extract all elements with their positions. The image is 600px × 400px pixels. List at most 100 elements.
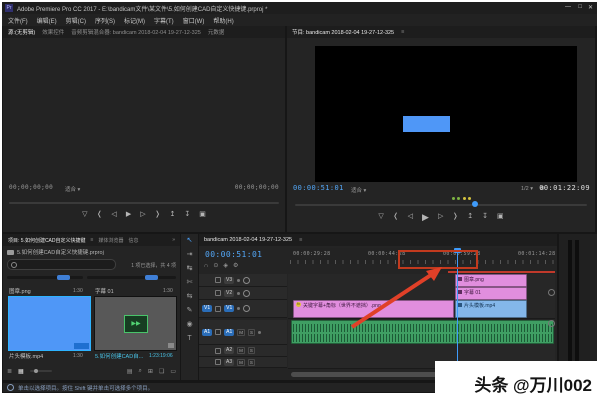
solo-button[interactable]: S	[247, 358, 255, 366]
mark-in-icon[interactable]: ❬	[393, 212, 399, 223]
menu-edit[interactable]: 编辑(E)	[37, 16, 57, 25]
type-tool[interactable]: T	[181, 332, 198, 346]
export-frame-icon[interactable]: ▣	[199, 210, 206, 218]
find-icon[interactable]: ⌕	[139, 368, 142, 375]
add-marker-icon[interactable]: ▽	[378, 212, 383, 223]
track-badge-v3[interactable]: V3	[224, 276, 235, 284]
clip-audio-waveform[interactable]	[291, 320, 554, 344]
source-patch-video[interactable]: V1	[202, 305, 213, 312]
menu-window[interactable]: 窗口(W)	[183, 16, 205, 25]
program-zoom-select[interactable]: 适合 ▾	[351, 186, 366, 194]
track-header-a1[interactable]: A1 A1 M S	[199, 320, 287, 345]
item-name[interactable]: 片头模板.mp4	[9, 352, 43, 360]
lock-icon[interactable]	[215, 290, 221, 296]
playback-resolution-select[interactable]: 1/2 ▾	[521, 186, 533, 192]
track-header-a3[interactable]: A3 M S	[199, 357, 287, 368]
program-video-viewer[interactable]	[315, 46, 577, 182]
step-forward-icon[interactable]: ▷	[438, 212, 443, 223]
step-back-icon[interactable]: ◁	[408, 212, 413, 223]
slider-handle[interactable]	[57, 275, 70, 280]
extract-icon[interactable]: ↧	[482, 212, 488, 223]
thumbnail-size-slider[interactable]	[7, 275, 83, 280]
item-thumbnail[interactable]: ▶▶	[94, 296, 177, 351]
item-name-selected[interactable]: 5.如何创建CAD自...	[95, 352, 143, 360]
ripple-edit-tool[interactable]: ↹	[181, 262, 198, 276]
eye-icon[interactable]	[243, 305, 251, 312]
source-zoom-select[interactable]: 适合 ▾	[65, 185, 80, 193]
panel-menu-icon[interactable]: ≡	[299, 237, 302, 243]
clip-stamp-png[interactable]: 图章.png	[455, 274, 527, 287]
track-header-a2[interactable]: A2 M S	[199, 345, 287, 357]
delete-icon[interactable]: ▭	[170, 368, 176, 375]
solo-button[interactable]: S	[248, 328, 256, 336]
menu-sequence[interactable]: 序列(S)	[95, 16, 115, 25]
menu-marker[interactable]: 标记(M)	[124, 16, 145, 25]
mute-button[interactable]: M	[237, 328, 245, 336]
item-thumbnail-selected[interactable]	[8, 296, 91, 351]
tab-overflow-icon[interactable]: »	[172, 237, 175, 243]
sync-lock-icon[interactable]	[237, 278, 241, 282]
minimize-button[interactable]: —	[565, 4, 571, 10]
tab-source[interactable]: 源:(无剪辑)	[8, 28, 35, 36]
scrollbar-handle[interactable]	[145, 275, 158, 280]
tab-info[interactable]: 信息	[128, 237, 138, 244]
track-badge-a2[interactable]: A2	[224, 347, 235, 354]
lock-icon[interactable]	[215, 347, 221, 354]
hand-tool[interactable]: ◉	[181, 318, 198, 332]
project-hscrollbar[interactable]	[87, 275, 176, 280]
overwrite-icon[interactable]: ↧	[184, 210, 190, 218]
add-marker-icon[interactable]: ◈	[223, 262, 228, 269]
eye-icon[interactable]	[243, 289, 251, 297]
linked-selection-icon[interactable]: ⊙	[213, 262, 218, 269]
clip-opener-mp4[interactable]: 片头模板.mp4	[455, 300, 527, 318]
selection-tool[interactable]: ↖	[181, 234, 198, 248]
maximize-button[interactable]: □	[578, 4, 582, 10]
step-back-icon[interactable]: ◁	[111, 210, 116, 218]
play-icon[interactable]: ▶	[126, 210, 131, 218]
mark-out-icon[interactable]: ❭	[452, 212, 458, 223]
track-badge-v2[interactable]: V2	[224, 289, 235, 297]
clip-key-subtitle-png[interactable]: fx 关键字幕+角标（世界不遮挡）.png	[293, 300, 454, 318]
program-scrubber[interactable]	[295, 204, 587, 206]
new-item-icon[interactable]: ❏	[159, 368, 164, 375]
razor-tool[interactable]: ✄	[181, 276, 198, 290]
close-button[interactable]: ✕	[588, 4, 593, 11]
snap-icon[interactable]: ∩	[204, 263, 208, 269]
track-select-forward-tool[interactable]: ⇥	[181, 248, 198, 262]
insert-icon[interactable]: ↥	[169, 210, 175, 218]
tab-project[interactable]: 项目: 5.如何创建CAD自定义快捷键	[8, 237, 86, 244]
lift-icon[interactable]: ↥	[467, 212, 473, 223]
zoom-slider[interactable]	[29, 369, 52, 373]
tab-media-browser[interactable]: 媒体浏览器	[98, 237, 123, 244]
track-header-v1[interactable]: V1 V1	[199, 300, 287, 318]
lock-icon[interactable]	[215, 329, 222, 335]
lock-icon[interactable]	[215, 305, 222, 312]
tab-metadata[interactable]: 元数据	[208, 28, 225, 36]
mic-icon[interactable]	[258, 330, 262, 334]
project-search-input[interactable]	[7, 259, 116, 270]
menu-help[interactable]: 帮助(H)	[213, 16, 233, 25]
track-badge-a1[interactable]: A1	[224, 328, 235, 336]
icon-view-icon[interactable]: ▦	[18, 368, 24, 375]
program-playhead-handle[interactable]	[472, 201, 478, 207]
sync-lock-icon[interactable]	[237, 307, 241, 310]
list-view-icon[interactable]: ≣	[7, 368, 12, 375]
panel-menu-icon[interactable]: ≡	[401, 29, 404, 35]
item-name[interactable]: 图章.png	[9, 287, 31, 295]
tab-effect-controls[interactable]: 效果控件	[42, 28, 64, 36]
slip-tool[interactable]: ⇆	[181, 290, 198, 304]
mark-out-icon[interactable]: ❭	[155, 210, 161, 218]
add-marker-icon[interactable]: ▽	[82, 210, 87, 218]
step-forward-icon[interactable]: ▷	[140, 210, 145, 218]
source-scrubber[interactable]	[9, 202, 279, 204]
new-bin-icon[interactable]: ⊞	[148, 368, 153, 375]
vscrollbar-handle-bottom[interactable]	[548, 320, 555, 327]
lock-icon[interactable]	[215, 277, 221, 283]
play-icon[interactable]: ▶	[422, 212, 429, 223]
mute-button[interactable]: M	[237, 358, 245, 366]
eye-icon[interactable]	[243, 276, 251, 284]
sync-lock-icon[interactable]	[237, 291, 241, 295]
mark-in-icon[interactable]: ❬	[97, 210, 103, 218]
bin-icon[interactable]: ▤	[127, 368, 133, 375]
panel-menu-icon[interactable]: ≡	[91, 237, 94, 243]
